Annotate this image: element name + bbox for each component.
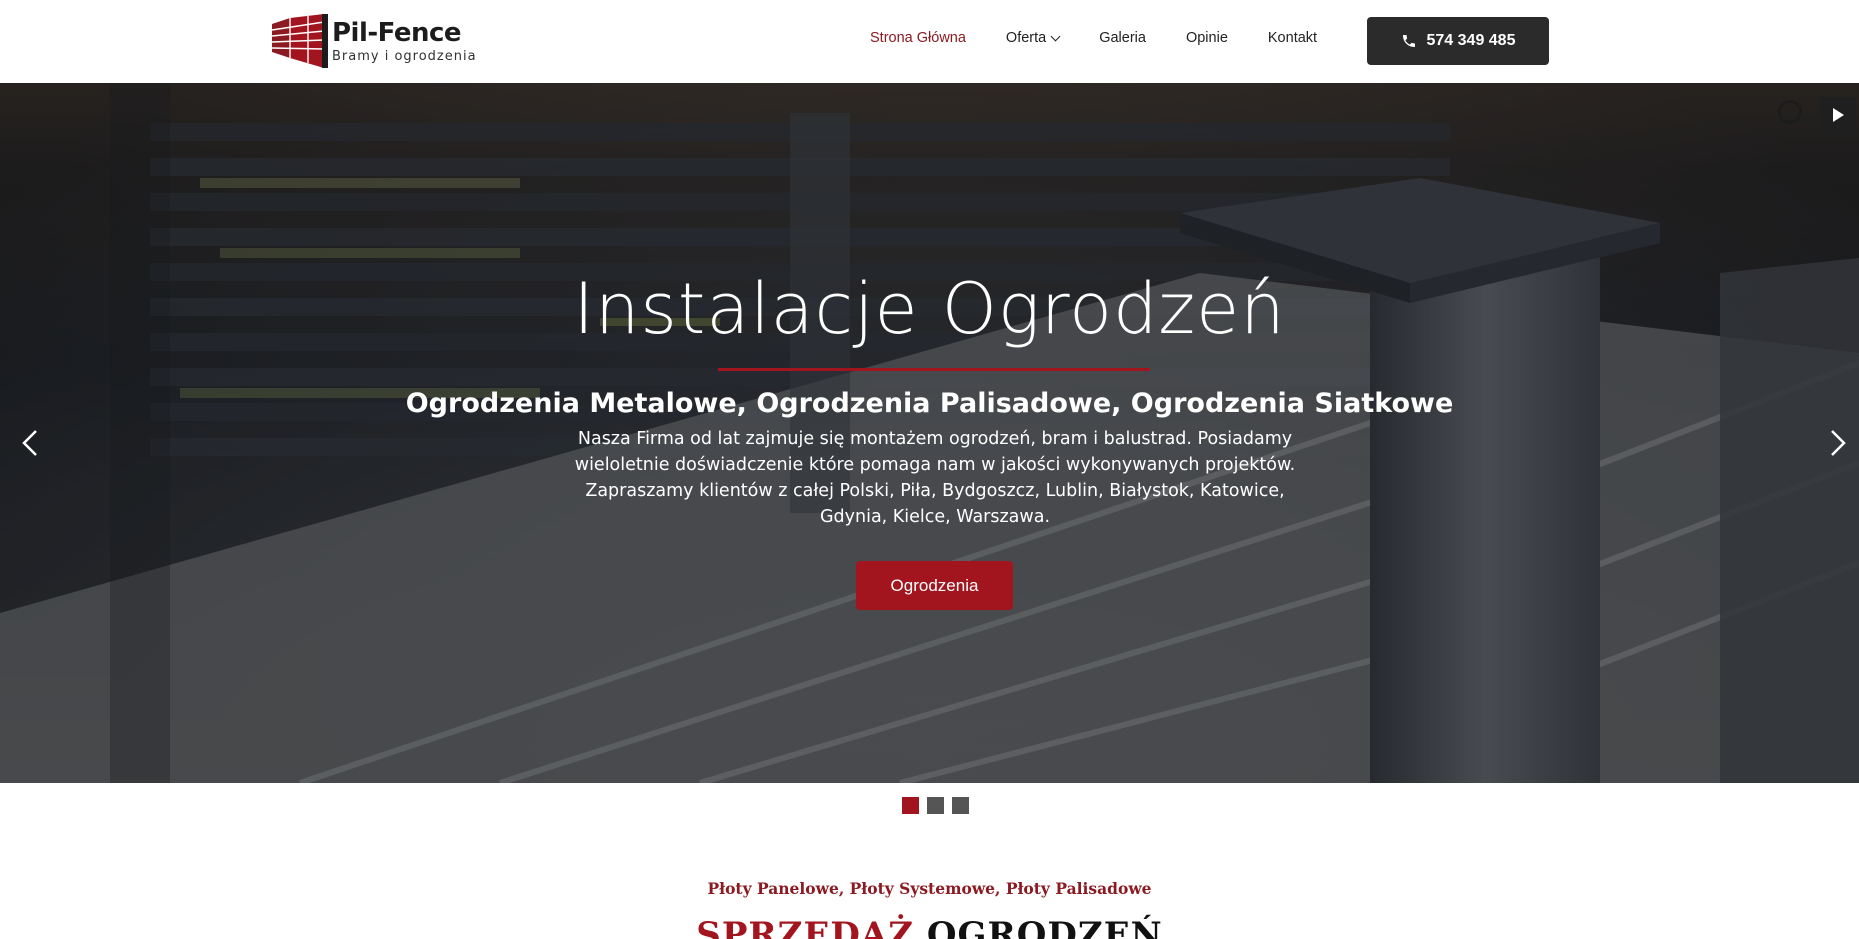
- hero-slider: Instalacje Ogrodzeń Ogrodzenia Metalowe,…: [0, 83, 1859, 783]
- nav-item-opinie[interactable]: Opinie: [1186, 30, 1228, 46]
- site-logo[interactable]: Pil-Fence Bramy i ogrodzenia: [268, 13, 478, 69]
- nav-item-kontakt[interactable]: Kontakt: [1268, 30, 1317, 46]
- nav-item-strona-glowna[interactable]: Strona Główna: [870, 30, 966, 46]
- nav-label: Galeria: [1099, 30, 1146, 46]
- site-header: Pil-Fence Bramy i ogrodzenia Strona Głów…: [0, 0, 1859, 83]
- brand-name: Pil-Fence: [332, 17, 462, 48]
- slider-next-button[interactable]: [1822, 423, 1852, 463]
- slider-pagination: [902, 797, 969, 814]
- section-title-rest: OGRODZEŃ: [914, 915, 1163, 939]
- section-title-highlight: SPRZEDAŻ: [696, 915, 915, 939]
- hero-divider: [718, 368, 1150, 371]
- nav-item-galeria[interactable]: Galeria: [1099, 30, 1146, 46]
- nav-item-oferta[interactable]: Oferta: [1005, 30, 1061, 46]
- section-eyebrow: Płoty Panelowe, Płoty Systemowe, Płoty P…: [707, 879, 1152, 898]
- phone-icon: [1402, 35, 1415, 47]
- cta-button[interactable]: Ogrodzenia: [856, 561, 1013, 610]
- nav-label: Kontakt: [1267, 30, 1318, 46]
- section-title: SPRZEDAŻ OGRODZEŃ: [0, 915, 1859, 939]
- slide-timer-icon: [1778, 100, 1802, 124]
- hero-description: Nasza Firma od lat zajmuje się montażem …: [574, 429, 1296, 527]
- phone-number: 574 349 485: [1426, 32, 1516, 49]
- play-icon: [1833, 108, 1844, 122]
- chevron-down-icon: [1050, 31, 1061, 41]
- nav-label: Oferta: [1005, 30, 1047, 46]
- slider-dot-1[interactable]: [902, 797, 919, 814]
- hero-title: Instalacje Ogrodzeń: [573, 268, 1286, 350]
- slider-dot-3[interactable]: [952, 797, 969, 814]
- nav-label: Opinie: [1185, 30, 1228, 46]
- nav-label: Strona Główna: [870, 30, 966, 46]
- chevron-left-icon: [22, 430, 37, 456]
- main-nav: Strona Główna Oferta Galeria Opinie Kont…: [870, 30, 1357, 46]
- phone-button[interactable]: 574 349 485: [1367, 17, 1549, 65]
- brand-tagline: Bramy i ogrodzenia: [332, 48, 477, 64]
- play-button[interactable]: [1820, 97, 1856, 133]
- hero-subtitle: Ogrodzenia Metalowe, Ogrodzenia Palisado…: [405, 388, 1454, 419]
- slider-prev-button[interactable]: [16, 423, 46, 463]
- fence-logo-icon: [271, 14, 328, 68]
- chevron-right-icon: [1831, 430, 1846, 456]
- slider-dot-2[interactable]: [927, 797, 944, 814]
